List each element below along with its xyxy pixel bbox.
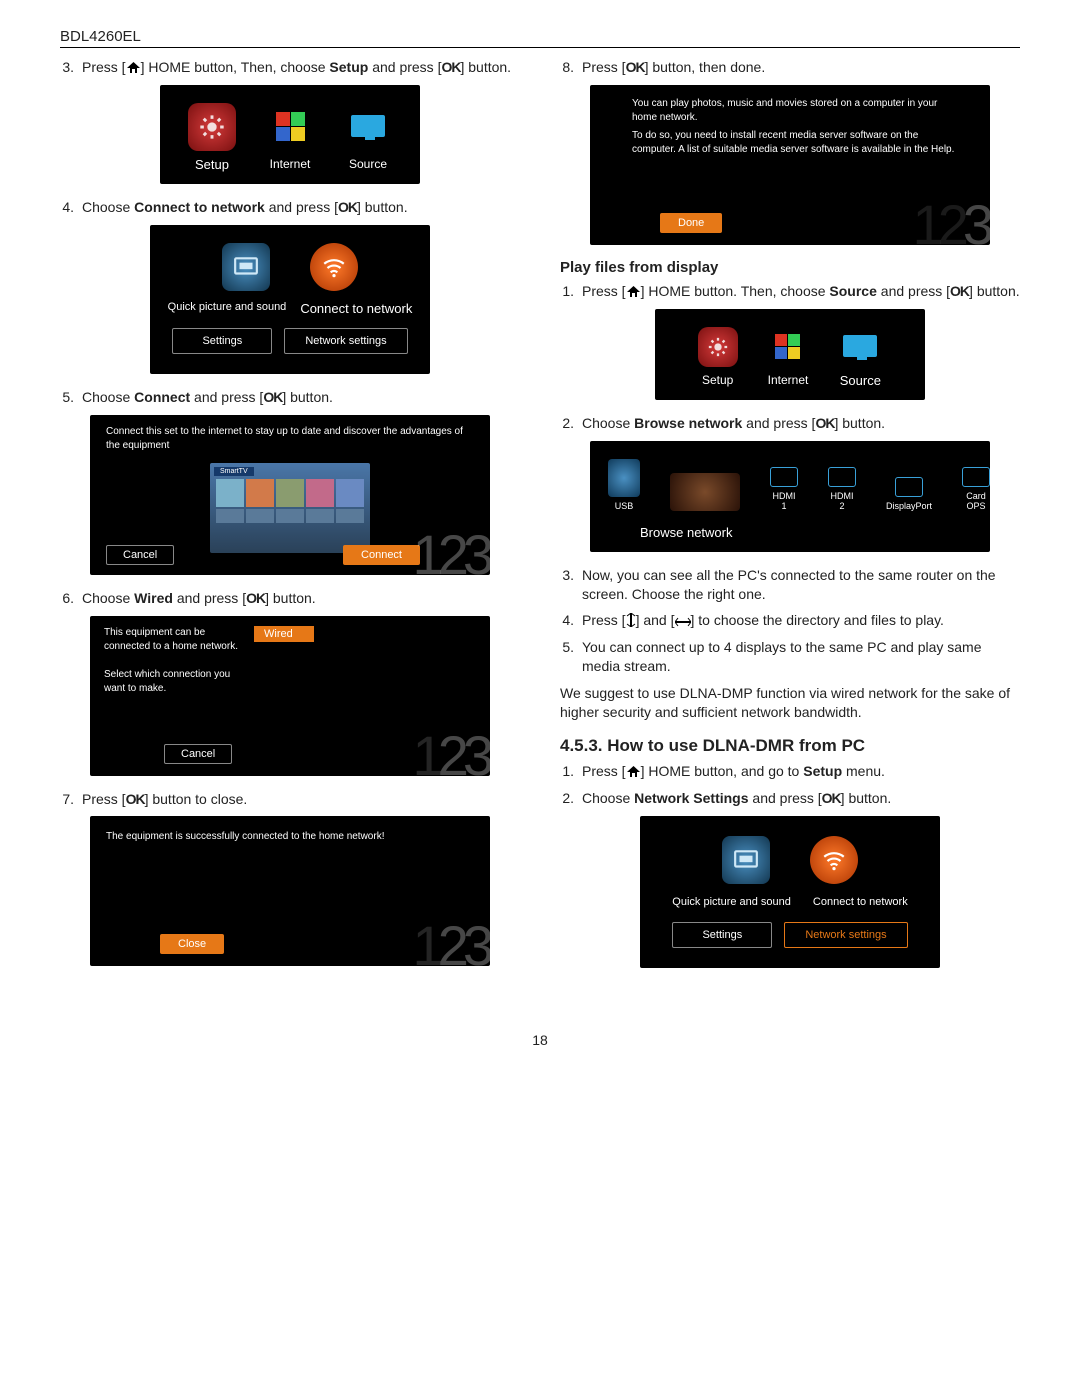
subheading-play-files: Play files from display [560,259,1020,276]
step-8: 8. Press [OK] button, then done. [560,58,1020,77]
page-number: 18 [60,1032,1020,1048]
step-7: 7. Press [OK] button to close. [60,790,520,809]
settings-button: Settings [172,328,272,354]
dlna-note: We suggest to use DLNA-DMP function via … [560,684,1020,722]
label-ctn: Connect to network [300,301,412,316]
nav-horiz-icon [675,617,691,627]
r-step-5: 5.You can connect up to 4 displays to th… [560,638,1020,676]
step-indicator-icon: 123 [413,728,488,776]
step-indicator-icon: 123 [913,197,988,245]
step-6: 6. Choose Wired and press [OK] button. [60,589,520,608]
browse-network-label: Browse network [590,521,990,552]
ok-icon: OK [441,59,460,75]
ok-icon: OK [126,791,145,807]
gear-icon [198,113,226,141]
ok-icon: OK [822,790,841,806]
tile-source: Source [344,103,392,171]
wifi-icon [821,847,847,873]
src-usb: USB [608,459,640,511]
step-5: 5. Choose Connect and press [OK] button. [60,388,520,407]
r-step-2: 2. Choose Browse network and press [OK] … [560,414,1020,433]
screenshot-done: You can play photos, music and movies st… [590,85,990,245]
picture-icon [733,847,759,873]
tile-qps [722,836,770,884]
cancel-button: Cancel [164,744,232,764]
src-dp: DisplayPort [886,477,932,511]
tile-ctn [810,836,858,884]
screenshot-connect-network: Quick picture and sound Connect to netwo… [150,225,430,374]
section-4-5-3: 4.5.3. How to use DLNA-DMR from PC [560,736,1020,756]
screenshot-setup-menu: Setup Internet Source [160,85,420,184]
ok-icon: OK [338,199,357,215]
screenshot-source-menu: Setup Internet Source [655,309,925,400]
r-step-3: 3.Now, you can see all the PC's connecte… [560,566,1020,604]
success-msg: The equipment is successfully connected … [90,816,490,858]
src-cardops: Card OPS [962,467,990,511]
d-step-1: 1. Press [] HOME button, and go to Setup… [560,762,1020,781]
network-settings-button: Network settings [784,922,907,948]
label-ctn: Connect to network [813,896,908,908]
tile-setup: Setup [698,327,738,387]
close-button: Close [160,934,224,954]
screenshot-close: The equipment is successfully connected … [90,816,490,966]
tile-qps [222,243,270,291]
ok-icon: OK [626,59,645,75]
home-icon [626,765,641,778]
tile-ctn [310,243,358,291]
src-hdmi2: HDMI 2 [828,467,856,511]
nav-vert-icon [626,613,636,627]
step-indicator-icon: 123 [413,527,488,575]
src-browse-thumb [670,473,740,511]
wifi-icon [321,254,347,280]
banner-text: Connect this set to the internet to stay… [90,415,490,463]
connect-button: Connect [343,545,420,565]
step-3: 3. Press [] HOME button, Then, choose Se… [60,58,520,77]
network-settings-button: Network settings [284,328,407,354]
tile-setup: Setup [188,103,236,172]
tile-internet: Internet [266,103,314,171]
r-step-1: 1. Press [] HOME button. Then, choose So… [560,282,1020,301]
tile-source: Source [838,327,882,388]
cancel-button: Cancel [106,545,174,565]
step-indicator-icon: 123 [413,918,488,966]
ok-icon: OK [263,389,282,405]
gear-icon [707,336,729,358]
screenshot-wired: This equipment can be connected to a hom… [90,616,490,776]
src-hdmi1: HDMI 1 [770,467,798,511]
screenshot-connect: Connect this set to the internet to stay… [90,415,490,575]
d-step-2: 2. Choose Network Settings and press [OK… [560,789,1020,808]
settings-button: Settings [672,922,772,948]
tile-internet: Internet [768,327,809,387]
home-icon [626,285,641,298]
page-header: BDL4260EL [60,28,1020,48]
ok-icon: OK [246,590,265,606]
ok-icon: OK [950,283,969,299]
ok-icon: OK [815,415,834,431]
screenshot-network-settings: Quick picture and sound Connect to netwo… [640,816,940,968]
label-qps: Quick picture and sound [672,896,791,908]
done-button: Done [660,213,722,233]
label-qps: Quick picture and sound [168,301,287,316]
home-icon [126,61,141,74]
r-step-4: 4.Press [] and [] to choose the director… [560,611,1020,630]
picture-icon [233,254,259,280]
wired-option: Wired [254,626,314,642]
step-4: 4. Choose Connect to network and press [… [60,198,520,217]
screenshot-browse-network: USB HDMI 1 HDMI 2 DisplayPort Card OPS B… [590,441,990,552]
